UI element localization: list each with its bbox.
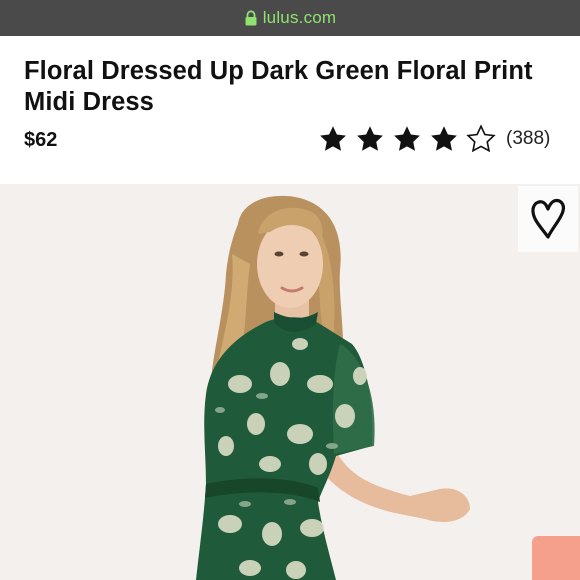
product-image[interactable] xyxy=(0,184,580,580)
color-swatch[interactable] xyxy=(532,536,580,580)
star-filled-icon xyxy=(357,126,383,151)
product-header: Floral Dressed Up Dark Green Floral Prin… xyxy=(0,36,580,184)
heart-icon xyxy=(531,198,566,239)
product-title: Floral Dressed Up Dark Green Floral Prin… xyxy=(24,57,533,116)
star-filled-icon xyxy=(394,126,420,151)
url-bar[interactable]: lulus.com xyxy=(0,0,580,36)
lock-icon xyxy=(245,10,257,26)
star-filled-icon xyxy=(320,126,346,151)
star-filled-icon xyxy=(431,126,457,151)
review-count[interactable]: (388) xyxy=(506,128,550,150)
star-empty-icon xyxy=(466,124,496,153)
product-price: $62 xyxy=(24,129,58,151)
product-photo xyxy=(0,184,580,580)
favorite-button[interactable] xyxy=(518,186,578,252)
url-domain: lulus.com xyxy=(262,8,337,27)
product-rating[interactable]: (388) xyxy=(318,122,550,156)
